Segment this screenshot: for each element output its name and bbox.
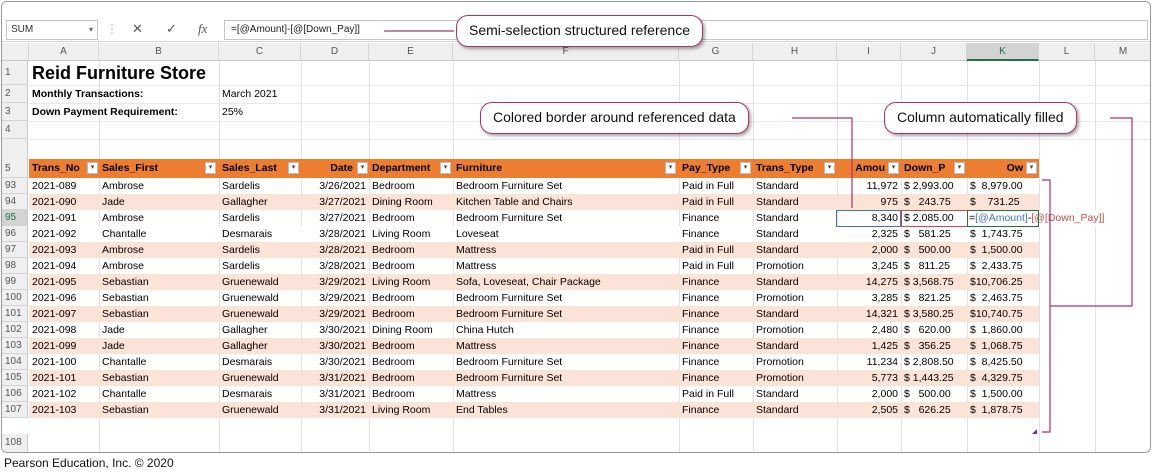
- colored-border-connector: [792, 117, 853, 208]
- copyright-footer: Pearson Education, Inc. © 2020: [4, 456, 174, 470]
- auto-fill-connector: [1050, 117, 1133, 307]
- excel-window: SUM ▾ ⋮ ✕ ✓ fx =[@Amount]-[@[Down_Pay]] …: [1, 1, 1151, 453]
- auto-filled-callout: Column automatically filled: [884, 102, 1077, 134]
- auto-fill-bracket: [1042, 179, 1051, 433]
- semi-selection-callout: Semi-selection structured reference: [456, 15, 703, 47]
- callout-connectors: [384, 30, 1133, 433]
- colored-border-callout: Colored border around referenced data: [480, 102, 749, 134]
